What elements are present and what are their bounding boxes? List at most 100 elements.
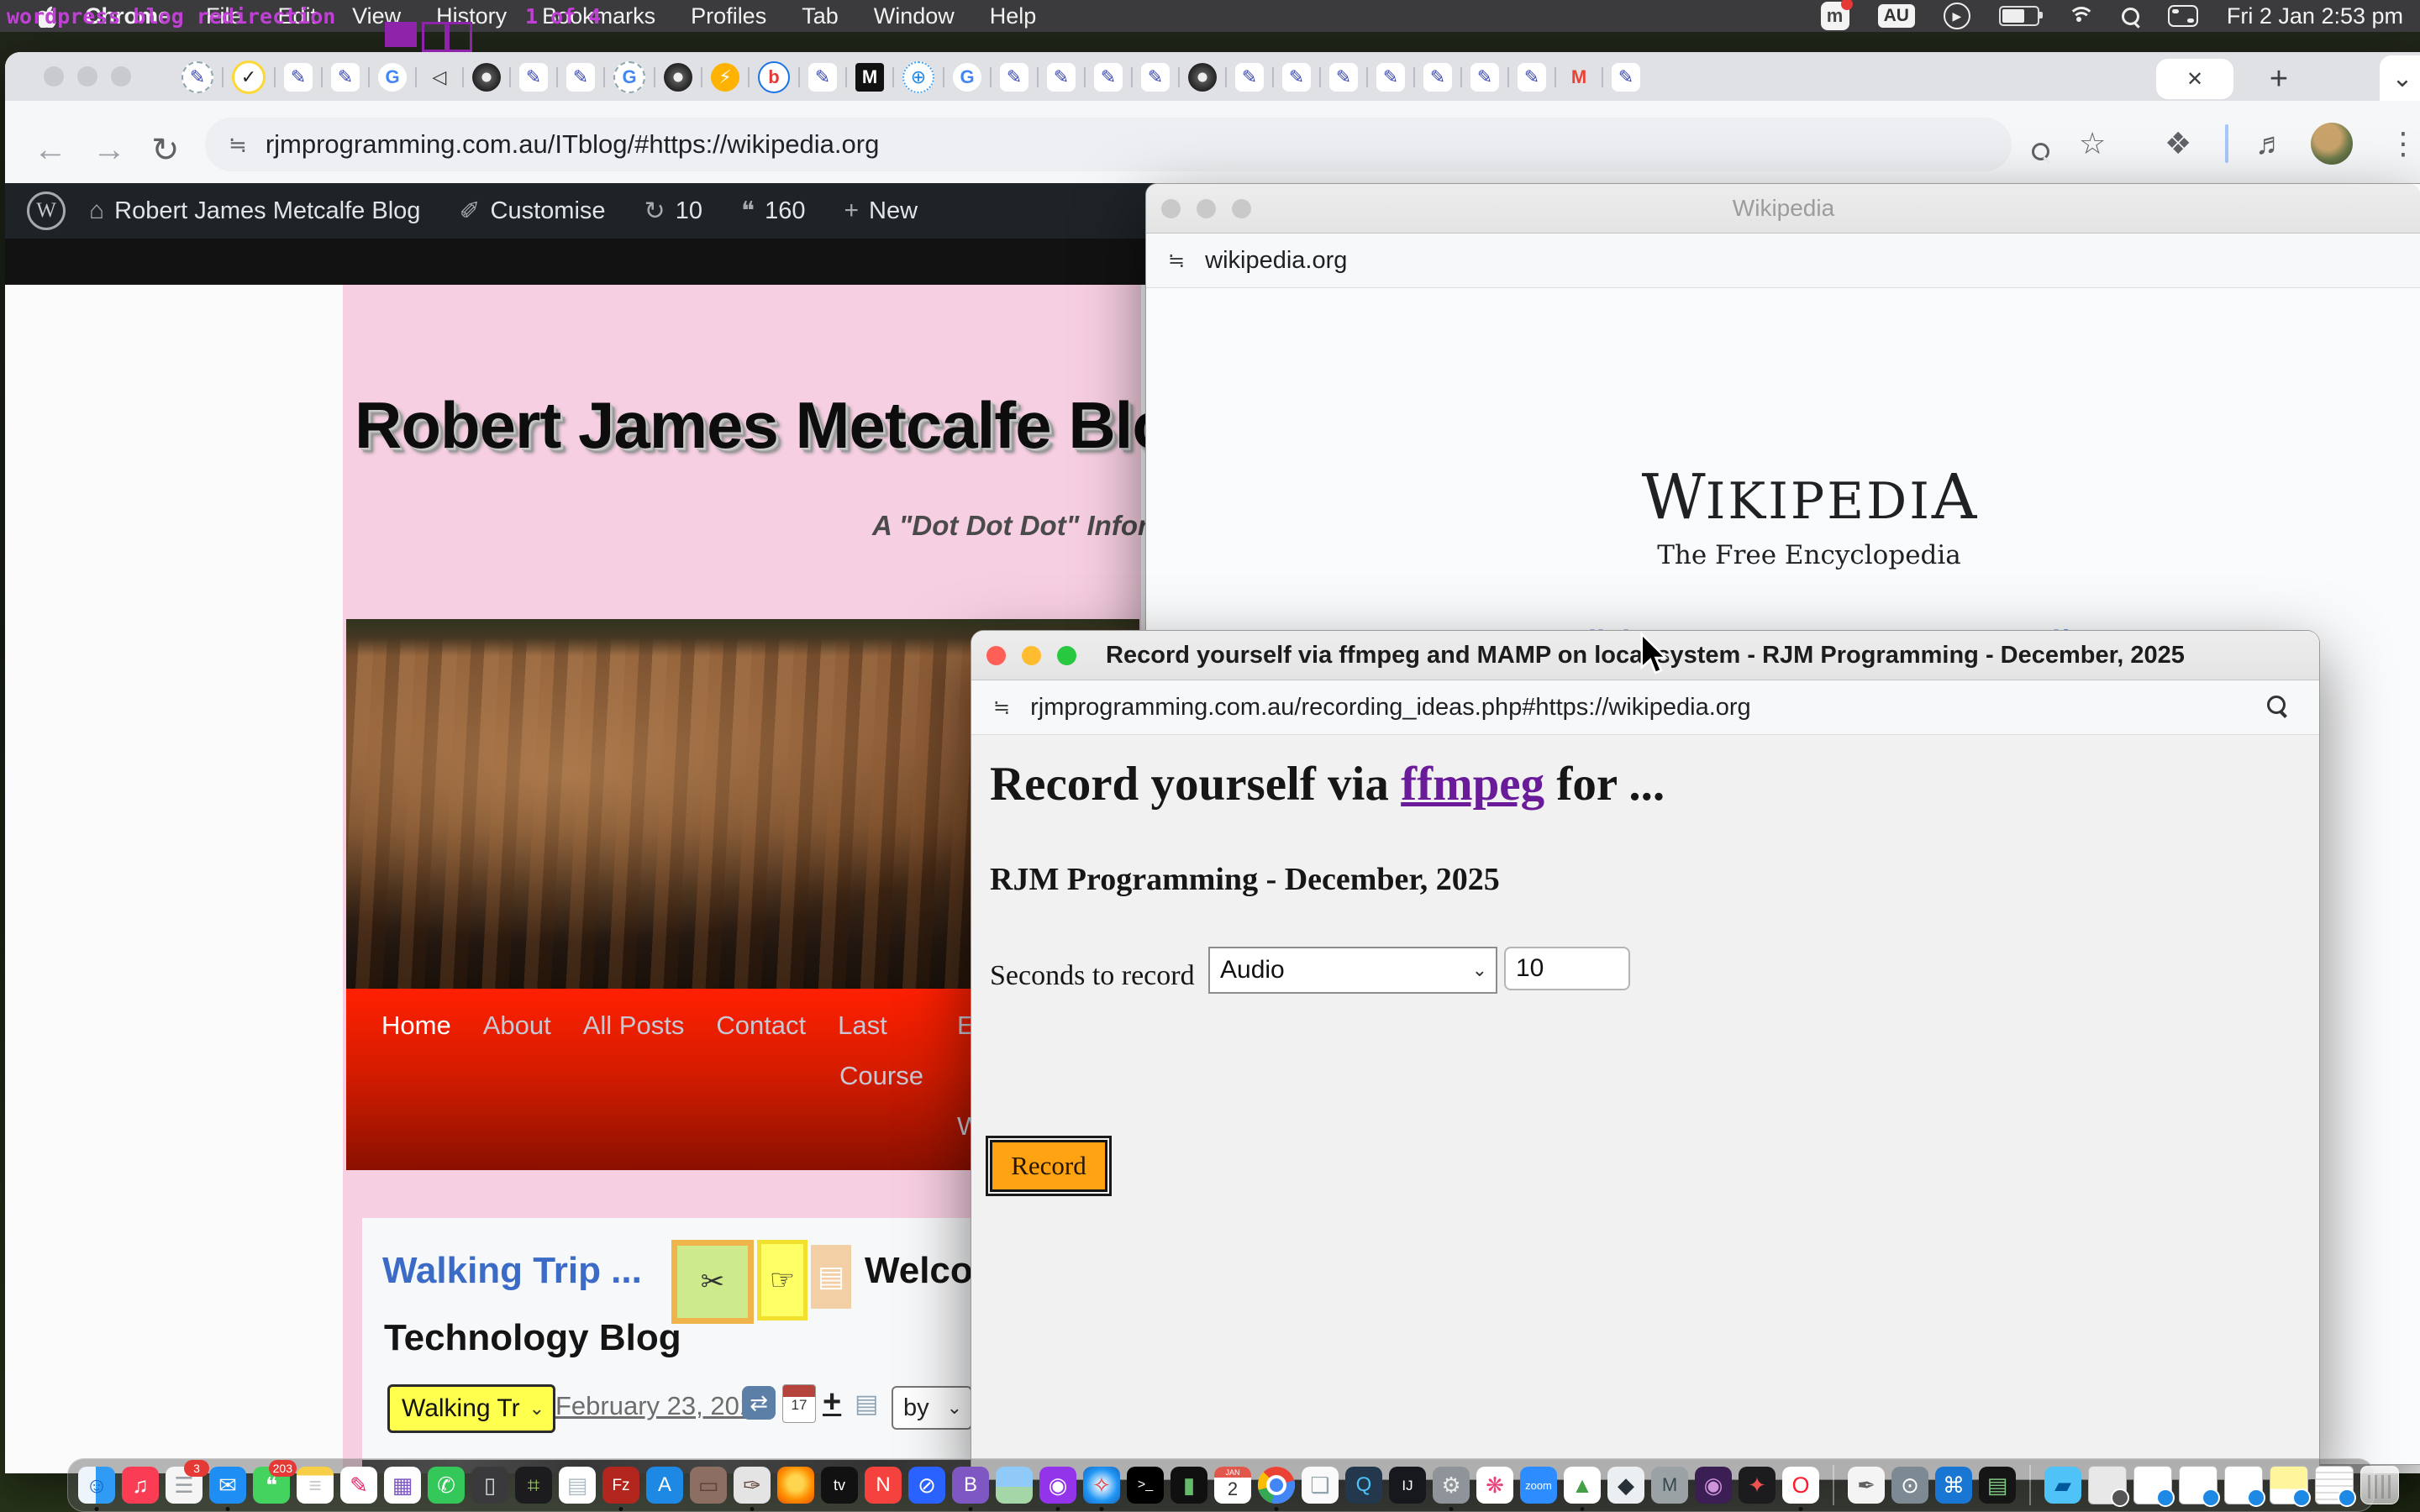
reload-icon[interactable]: ↻ <box>151 131 180 170</box>
menu-window[interactable]: Window <box>874 3 955 29</box>
dock-chrome-icon[interactable] <box>1258 1467 1295 1504</box>
dock-freeform-icon[interactable]: ✎ <box>340 1467 377 1504</box>
updates-count[interactable]: 10 <box>676 197 702 225</box>
pinned-tab-pencil[interactable]: ✎ <box>566 63 595 92</box>
dock-journal-icon[interactable]: ▭ <box>690 1467 727 1504</box>
zoom-window-button[interactable] <box>111 66 131 87</box>
dock-purple-app-icon[interactable]: ◉ <box>1695 1467 1732 1504</box>
by-select[interactable]: by ⌄ <box>892 1386 972 1430</box>
spotlight-icon[interactable] <box>2122 8 2139 25</box>
site-name[interactable]: Robert James Metcalfe Blog <box>114 197 420 225</box>
dock-gimp-icon[interactable]: ✑ <box>734 1467 771 1504</box>
pinned-tab-pencil[interactable]: ✎ <box>808 63 837 92</box>
dock-firefox-icon[interactable] <box>777 1467 814 1504</box>
dock-messages-icon[interactable]: ❝203 <box>253 1467 290 1504</box>
menu-tab[interactable]: Tab <box>802 3 839 29</box>
pinned-tab-check[interactable]: ✓ <box>232 60 266 94</box>
dock-blocked-app-icon[interactable]: ⊘ <box>908 1467 945 1504</box>
pinned-tab-pencil[interactable]: ✎ <box>1376 63 1405 92</box>
pinned-tab-britbox[interactable]: b <box>758 61 790 93</box>
pinned-tab-globe[interactable]: ⊕ <box>902 61 934 93</box>
pinned-tab-chrome-dark[interactable] <box>1188 63 1217 92</box>
open-book-icon[interactable]: ▤ <box>811 1245 851 1309</box>
dock-minimized-lines-icon[interactable] <box>2315 1466 2354 1504</box>
dock-terminal-green-icon[interactable]: ▮ <box>1171 1467 1207 1504</box>
dock-minimized-safari-icon[interactable] <box>2179 1466 2217 1504</box>
site-settings-icon[interactable]: ≒ <box>993 696 1008 720</box>
forward-icon[interactable]: → <box>92 131 126 169</box>
site-settings-icon[interactable]: ≒ <box>229 132 245 158</box>
input-source-status[interactable]: AU <box>1878 4 1915 28</box>
dock-app-store-icon[interactable]: A <box>646 1467 683 1504</box>
dock-xcode-icon[interactable]: ⌘ <box>1935 1467 1972 1504</box>
pinned-tab-pencil[interactable]: ✎ <box>331 63 360 92</box>
pinned-tab-speaker[interactable]: ◁ <box>425 63 454 92</box>
dock-filezilla-icon[interactable]: Fz <box>602 1467 639 1504</box>
admin-customise-link[interactable]: ✐ Customise <box>459 197 605 226</box>
pinned-tab-pencil-circle[interactable]: ✎ <box>182 61 213 93</box>
dock-art-app-icon[interactable]: ❋ <box>1476 1467 1513 1504</box>
back-icon[interactable]: ← <box>34 131 67 169</box>
close-window-button[interactable] <box>44 66 64 87</box>
pinned-tab-pencil[interactable]: ✎ <box>1141 63 1170 92</box>
ffmpeg-link[interactable]: ffmpeg <box>1401 758 1544 811</box>
dock-minimized-page-icon[interactable] <box>2270 1466 2308 1504</box>
dock-podcasts-icon[interactable]: ◉ <box>1039 1467 1076 1504</box>
dock-minimized-safari-icon[interactable] <box>2133 1466 2172 1504</box>
browser-menu-icon[interactable]: ⋮ <box>2388 126 2418 161</box>
extensions-icon[interactable]: ❖ <box>2165 126 2191 161</box>
tab-search-button[interactable]: ⌄ <box>2380 55 2420 101</box>
pinned-tab-google[interactable]: G <box>953 63 981 92</box>
admin-site-link[interactable]: ⌂ Robert James Metcalfe Blog <box>89 197 420 225</box>
record-button[interactable]: Record <box>990 1140 1107 1192</box>
dock-apple-news-icon[interactable]: N <box>865 1467 902 1504</box>
play-status-icon[interactable]: ▶ <box>1944 3 1970 29</box>
control-center-icon[interactable] <box>2168 5 2198 27</box>
dock-intellij-icon[interactable]: IJ <box>1389 1467 1426 1504</box>
dock-quicktime-icon[interactable]: Q <box>1345 1467 1382 1504</box>
wifi-icon[interactable] <box>2068 7 2093 25</box>
pointing-hand-icon[interactable]: ☞ <box>757 1240 808 1320</box>
plus-link[interactable]: + <box>823 1384 841 1420</box>
dock-iphone-mirroring-icon[interactable]: ▯ <box>471 1467 508 1504</box>
nav-item-about[interactable]: About <box>483 1011 551 1041</box>
find-icon[interactable] <box>2267 696 2286 718</box>
pinned-tab-google[interactable]: G <box>378 63 407 92</box>
dock-facetime-icon[interactable]: ✆ <box>428 1467 465 1504</box>
dock-mail-icon[interactable]: ✉ <box>209 1467 246 1504</box>
pinned-tab-gmail[interactable]: M <box>1565 63 1593 92</box>
profile-avatar[interactable] <box>2311 123 2353 165</box>
pinned-tab-pencil[interactable]: ✎ <box>1470 63 1499 92</box>
wikipedia-titlebar[interactable]: Wikipedia <box>1146 184 2420 234</box>
battery-icon[interactable] <box>1999 6 2039 26</box>
dock-inkscape-icon[interactable]: ◆ <box>1607 1467 1644 1504</box>
customise-label[interactable]: Customise <box>491 197 606 225</box>
pinned-tab-google-dashed[interactable]: G <box>613 61 645 93</box>
pinned-tab-pencil[interactable]: ✎ <box>1000 63 1028 92</box>
pinned-tab-pencil[interactable]: ✎ <box>1329 63 1358 92</box>
shuffle-icon[interactable]: ⇄ <box>742 1386 776 1420</box>
menu-profiles[interactable]: Profiles <box>691 3 766 29</box>
dock-music-icon[interactable]: ♫ <box>122 1467 159 1504</box>
pinned-tab-pencil[interactable]: ✎ <box>1518 63 1546 92</box>
pinned-tab-pencil[interactable]: ✎ <box>1094 63 1123 92</box>
close-tab-icon[interactable]: ✕ <box>2186 67 2203 92</box>
pinned-tab-pencil[interactable]: ✎ <box>1235 63 1264 92</box>
dock-notes-icon[interactable]: ≡ <box>297 1467 334 1504</box>
pinned-tab-medium[interactable]: M <box>855 63 884 92</box>
new-label[interactable]: New <box>869 197 918 225</box>
dock-minimized-safari-icon[interactable] <box>2224 1466 2263 1504</box>
dock-accessibility-icon[interactable]: ⊙ <box>1891 1467 1928 1504</box>
admin-updates-link[interactable]: ↻ 10 <box>644 197 702 226</box>
seconds-input[interactable] <box>1504 947 1630 990</box>
pinned-tab-lightning[interactable]: ⚡ <box>711 63 739 92</box>
dock-textedit-icon[interactable]: ▤ <box>559 1467 596 1504</box>
scissors-runners-icon[interactable]: ✂ <box>671 1240 754 1324</box>
wikipedia-url-bar[interactable]: ≒ wikipedia.org <box>1146 234 2420 288</box>
url-text[interactable]: rjmprogramming.com.au/recording_ideas.ph… <box>1030 694 1751 722</box>
dock-apple-tv-icon[interactable]: tv <box>821 1467 858 1504</box>
dock-launchpad-icon[interactable]: ▦ <box>384 1467 421 1504</box>
gmail-status-icon[interactable]: m <box>1821 2 1849 30</box>
url-text[interactable]: wikipedia.org <box>1205 247 1347 275</box>
dock-finder-icon[interactable]: ☺ <box>78 1467 115 1504</box>
